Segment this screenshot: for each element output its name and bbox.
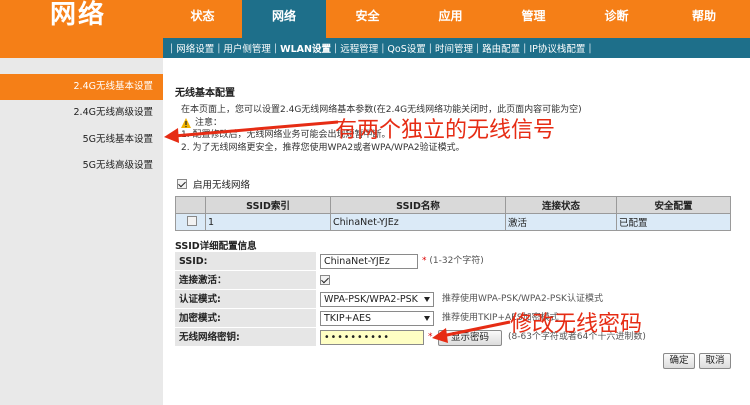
sidebar-item-5g-basic[interactable]: 5G无线基本设置 <box>0 127 163 153</box>
annotation-arrow-left-icon <box>432 320 511 343</box>
connection-active-label: 连接激活： <box>175 271 316 290</box>
row-select-cell <box>175 213 206 231</box>
connection-active-checkbox[interactable] <box>320 275 330 285</box>
table-row[interactable]: 1 ChinaNet-YJEz 激活 已配置 <box>175 213 731 231</box>
annotation-change-password: 修改无线密码 <box>510 312 643 337</box>
sidebar-item-24g-advanced[interactable]: 2.4G无线高级设置 <box>0 100 163 126</box>
column-header-select <box>175 196 206 214</box>
tab-diagnostics[interactable]: 诊断 <box>575 0 658 38</box>
tab-management[interactable]: 管理 <box>492 0 575 38</box>
table-header-row: SSID索引 SSID名称 连接状态 安全配置 <box>175 196 731 214</box>
enable-wireless-row: 启用无线网络 <box>177 177 250 191</box>
brand-title: 网络 <box>0 0 163 38</box>
column-header-ssid-name: SSID名称 <box>330 196 506 214</box>
auth-mode-label: 认证模式: <box>175 290 316 309</box>
encryption-mode-select[interactable]: TKIP+AES <box>320 311 434 326</box>
annotation-arrow-left-icon <box>164 120 339 143</box>
annotation-two-wireless-signals: 有两个独立的无线信号 <box>335 118 556 143</box>
column-header-connection-status: 连接状态 <box>505 196 617 214</box>
enable-wireless-label: 启用无线网络 <box>193 180 251 191</box>
tab-applications[interactable]: 应用 <box>409 0 492 38</box>
tab-network[interactable]: 网络 <box>242 0 326 38</box>
auth-mode-select[interactable]: WPA-PSK/WPA2-PSK <box>320 292 434 307</box>
encryption-mode-value: TKIP+AES <box>324 313 372 324</box>
security-config-cell: 已配置 <box>616 213 731 231</box>
chevron-down-icon <box>424 297 430 302</box>
tab-status[interactable]: 状态 <box>163 0 242 38</box>
wireless-key-label: 无线网络密钥: <box>175 328 316 347</box>
cancel-button[interactable]: 取消 <box>699 353 731 369</box>
tab-security[interactable]: 安全 <box>326 0 409 38</box>
ssid-row: SSID: ChinaNet-YJEz * (1-32个字符) <box>175 252 731 271</box>
main-content: 无线基本配置 在本页面上，您可以设置2.4G无线网络基本参数(在2.4G无线网络… <box>163 58 750 405</box>
auth-mode-row: 认证模式: WPA-PSK/WPA2-PSK 推荐使用WPA-PSK/WPA2-… <box>175 290 731 309</box>
auth-mode-value: WPA-PSK/WPA2-PSK <box>324 294 418 305</box>
sub-navigation: | 网络设置 | 用户侧管理 | WLAN设置 | 远程管理 | QoS设置 |… <box>163 38 750 58</box>
sidebar-item-24g-basic[interactable]: 2.4G无线基本设置 <box>0 74 163 100</box>
subnav-qos[interactable]: QoS设置 <box>387 41 425 55</box>
wireless-key-input[interactable]: •••••••••• <box>320 330 424 345</box>
subnav-time[interactable]: 时间管理 <box>435 41 473 55</box>
detail-title: SSID详细配置信息 <box>175 241 257 252</box>
ok-button[interactable]: 确定 <box>663 353 695 369</box>
ssid-label: SSID: <box>175 252 316 271</box>
section-title: 无线基本配置 <box>175 88 235 99</box>
subnav-wlan[interactable]: WLAN设置 <box>280 41 331 55</box>
connection-status-cell: 激活 <box>505 213 617 231</box>
ssid-name-cell: ChinaNet-YJEz <box>330 213 506 231</box>
sidebar: 2.4G无线基本设置 2.4G无线高级设置 5G无线基本设置 5G无线高级设置 <box>0 58 163 405</box>
enable-wireless-checkbox[interactable] <box>177 179 187 189</box>
tab-help[interactable]: 帮助 <box>658 0 750 38</box>
subnav-user-side[interactable]: 用户侧管理 <box>223 41 271 55</box>
row-radio[interactable] <box>186 215 197 226</box>
column-header-ssid-index: SSID索引 <box>205 196 331 214</box>
column-header-security: 安全配置 <box>616 196 731 214</box>
ssid-input[interactable]: ChinaNet-YJEz <box>320 254 418 269</box>
connection-active-row: 连接激活： <box>175 271 731 290</box>
encryption-mode-label: 加密模式: <box>175 309 316 328</box>
subnav-network-settings[interactable]: 网络设置 <box>176 41 214 55</box>
subnav-remote[interactable]: 远程管理 <box>340 41 378 55</box>
sidebar-item-5g-advanced[interactable]: 5G无线高级设置 <box>0 153 163 179</box>
ssid-table: SSID索引 SSID名称 连接状态 安全配置 1 ChinaNet-YJEz … <box>175 196 731 231</box>
ssid-hint: (1-32个字符) <box>429 256 484 266</box>
router-admin-page: 网络 状态 网络 安全 应用 管理 诊断 帮助 | 网络设置 | 用户侧管理 |… <box>0 0 750 405</box>
subnav-ip-stack[interactable]: IP协议栈配置 <box>529 41 585 55</box>
subnav-routing[interactable]: 路由配置 <box>482 41 520 55</box>
ssid-index-cell: 1 <box>205 213 331 231</box>
